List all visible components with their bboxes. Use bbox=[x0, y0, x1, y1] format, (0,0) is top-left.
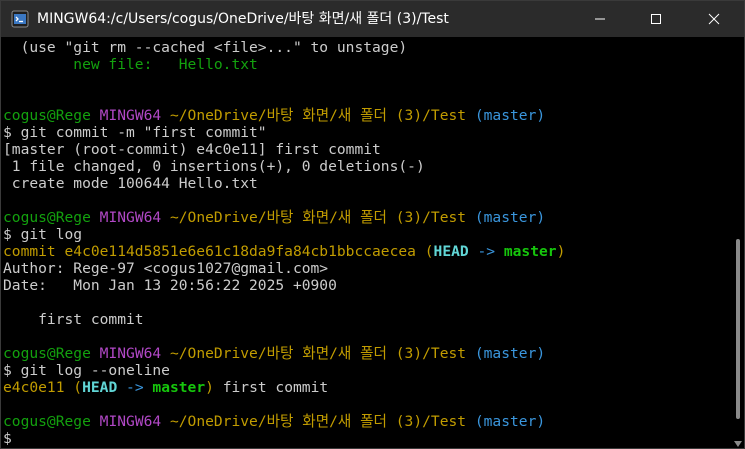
scroll-down-icon[interactable] bbox=[733, 435, 743, 447]
close-icon bbox=[708, 13, 720, 25]
log-open-paren: ( bbox=[415, 243, 434, 260]
new-file-name: Hello.txt bbox=[178, 56, 258, 73]
new-file-line: new file: Hello.txt bbox=[3, 56, 731, 73]
command-line: $ git log bbox=[3, 226, 83, 243]
oneline-open-paren: ( bbox=[64, 379, 83, 396]
log-author-line: Author: Rege-97 <cogus1027@gmail.com> bbox=[3, 260, 329, 277]
output-line: create mode 100644 Hello.txt bbox=[3, 175, 258, 192]
output-line: 1 file changed, 0 insertions(+), 0 delet… bbox=[3, 158, 425, 175]
prompt-shell: MINGW64 bbox=[99, 413, 162, 430]
terminal-output[interactable]: (use "git rm --cached <file>..." to unst… bbox=[3, 39, 731, 448]
oneline-head-ref: HEAD bbox=[82, 379, 118, 396]
prompt-branch: (master) bbox=[474, 413, 546, 430]
prompt-line: cogus@Rege MINGW64 ~/OneDrive/바탕 화면/새 폴더… bbox=[3, 345, 731, 362]
prompt-user-host: cogus@Rege bbox=[3, 209, 91, 226]
log-message-line: first commit bbox=[3, 311, 144, 328]
prompt-line: cogus@Rege MINGW64 ~/OneDrive/바탕 화면/새 폴더… bbox=[3, 209, 731, 226]
log-close-paren: ) bbox=[556, 243, 566, 260]
oneline-master-ref: master bbox=[152, 379, 206, 396]
prompt-shell: MINGW64 bbox=[99, 345, 162, 362]
prompt-branch: (master) bbox=[474, 345, 546, 362]
oneline-output-line: e4c0e11 (HEAD -> master) first commit bbox=[3, 379, 731, 396]
prompt-user-host: cogus@Rege bbox=[3, 107, 91, 124]
final-prompt-symbol: $ bbox=[3, 430, 12, 447]
command-line: $ git commit -m "first commit" bbox=[3, 124, 267, 141]
prompt-path: ~/OneDrive/바탕 화면/새 폴더 (3)/Test bbox=[169, 209, 467, 226]
prompt-branch: (master) bbox=[474, 209, 546, 226]
mingw-terminal-icon bbox=[11, 10, 29, 28]
log-arrow: -> bbox=[468, 243, 504, 260]
maximize-button[interactable] bbox=[633, 1, 679, 37]
maximize-icon bbox=[651, 14, 661, 24]
terminal-window: MINGW64:/c/Users/cogus/OneDrive/바탕 화면/새 … bbox=[0, 0, 745, 449]
window-title: MINGW64:/c/Users/cogus/OneDrive/바탕 화면/새 … bbox=[37, 11, 449, 27]
prompt-line: cogus@Rege MINGW64 ~/OneDrive/바탕 화면/새 폴더… bbox=[3, 413, 731, 430]
prompt-line: cogus@Rege MINGW64 ~/OneDrive/바탕 화면/새 폴더… bbox=[3, 107, 731, 124]
title-bar[interactable]: MINGW64:/c/Users/cogus/OneDrive/바탕 화면/새 … bbox=[1, 1, 744, 37]
prompt-user-host: cogus@Rege bbox=[3, 345, 91, 362]
log-master-ref: master bbox=[503, 243, 557, 260]
prompt-shell: MINGW64 bbox=[99, 209, 162, 226]
prompt-path: ~/OneDrive/바탕 화면/새 폴더 (3)/Test bbox=[169, 345, 467, 362]
command-line: $ git log --oneline bbox=[3, 362, 170, 379]
prompt-path: ~/OneDrive/바탕 화면/새 폴더 (3)/Test bbox=[169, 107, 467, 124]
oneline-message: first commit bbox=[213, 379, 329, 396]
minimize-icon bbox=[595, 18, 605, 20]
oneline-close-paren: ) bbox=[205, 379, 214, 396]
oneline-arrow: -> bbox=[117, 379, 153, 396]
prompt-shell: MINGW64 bbox=[99, 107, 162, 124]
final-prompt-line[interactable]: $ bbox=[3, 430, 731, 447]
new-file-label: new file: bbox=[3, 56, 179, 73]
prompt-user-host: cogus@Rege bbox=[3, 413, 91, 430]
log-commit-hash: commit e4c0e114d5851e6e61c18da9fa84cb1bb… bbox=[3, 243, 416, 260]
output-line: [master (root-commit) e4c0e11] first com… bbox=[3, 141, 381, 158]
prompt-path: ~/OneDrive/바탕 화면/새 폴더 (3)/Test bbox=[169, 413, 467, 430]
unstage-hint-line: (use "git rm --cached <file>..." to unst… bbox=[3, 39, 408, 56]
close-button[interactable] bbox=[691, 1, 737, 37]
log-date-line: Date: Mon Jan 13 20:56:22 2025 +0900 bbox=[3, 277, 337, 294]
oneline-hash: e4c0e11 bbox=[3, 379, 65, 396]
scrollbar-thumb[interactable] bbox=[736, 239, 740, 419]
prompt-branch: (master) bbox=[474, 107, 546, 124]
minimize-button[interactable] bbox=[577, 1, 623, 37]
log-head-ref: HEAD bbox=[433, 243, 469, 260]
log-commit-line: commit e4c0e114d5851e6e61c18da9fa84cb1bb… bbox=[3, 243, 731, 260]
